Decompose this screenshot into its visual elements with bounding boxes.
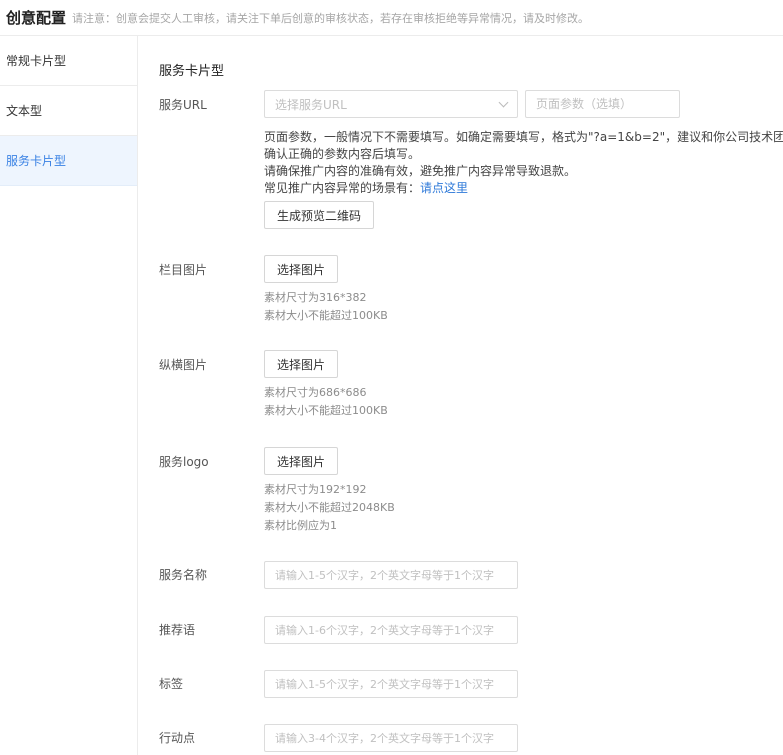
service-logo-label: 服务logo bbox=[159, 455, 209, 469]
column-image-select-button[interactable]: 选择图片 bbox=[264, 255, 339, 283]
vertical-image-hint-size: 素材尺寸为686*686 bbox=[264, 386, 367, 399]
recommend-input[interactable] bbox=[264, 616, 518, 644]
vertical-image-select-button[interactable]: 选择图片 bbox=[264, 350, 339, 378]
service-logo-hint-size: 素材尺寸为192*192 bbox=[264, 483, 367, 496]
creative-type-sidebar: 常规卡片型 文本型 服务卡片型 bbox=[0, 36, 138, 755]
help-line-3: 请确保推广内容的准确有效，避免推广内容异常导致退款。 bbox=[264, 164, 577, 178]
help-link[interactable]: 请点这里 bbox=[420, 181, 468, 195]
recommend-label: 推荐语 bbox=[159, 623, 196, 637]
sidebar-item-label: 服务卡片型 bbox=[6, 154, 67, 168]
sidebar-item-service-card[interactable]: 服务卡片型 bbox=[0, 136, 137, 186]
help-line-1: 页面参数，一般情况下不需要填写。如确定需要填写，格式为"?a=1&b=2"，建议… bbox=[264, 130, 783, 144]
service-logo-select-button[interactable]: 选择图片 bbox=[264, 447, 339, 475]
chevron-down-icon bbox=[498, 97, 509, 108]
column-image-hint-filesize: 素材大小不能超过100KB bbox=[264, 309, 388, 322]
review-notice: 请注意：创意会提交人工审核，请关注下单后创意的审核状态，若存在审核拒绝等异常情况… bbox=[72, 11, 590, 25]
service-url-select[interactable]: 选择服务URL bbox=[264, 90, 518, 118]
help-common-prefix: 常见推广内容异常的场景有： bbox=[264, 181, 421, 195]
sidebar-item-text[interactable]: 文本型 bbox=[0, 86, 137, 136]
service-logo-hint-filesize: 素材大小不能超过2048KB bbox=[264, 501, 395, 514]
tag-label: 标签 bbox=[159, 677, 184, 691]
action-label: 行动点 bbox=[159, 731, 196, 745]
page-header: 创意配置 请注意：创意会提交人工审核，请关注下单后创意的审核状态，若存在审核拒绝… bbox=[0, 0, 783, 36]
service-name-input[interactable] bbox=[264, 561, 518, 589]
vertical-image-label: 纵横图片 bbox=[159, 358, 208, 372]
config-form: 服务卡片型 服务URL 选择服务URL 页面参数，一般情况下不需要填写。如确定需… bbox=[138, 36, 783, 755]
section-title: 服务卡片型 bbox=[159, 64, 225, 79]
sidebar-item-label: 常规卡片型 bbox=[6, 54, 67, 68]
generate-qr-button[interactable]: 生成预览二维码 bbox=[264, 201, 375, 229]
service-name-label: 服务名称 bbox=[159, 568, 208, 582]
tag-input[interactable] bbox=[264, 670, 518, 698]
column-image-label: 栏目图片 bbox=[159, 263, 208, 277]
help-line-4: 常见推广内容异常的场景有：请点这里 bbox=[264, 180, 783, 197]
sidebar-item-regular-card[interactable]: 常规卡片型 bbox=[0, 36, 137, 86]
help-line-2: 确认正确的参数内容后填写。 bbox=[264, 147, 421, 161]
vertical-image-hint-filesize: 素材大小不能超过100KB bbox=[264, 404, 388, 417]
service-url-placeholder: 选择服务URL bbox=[275, 97, 347, 112]
service-url-label: 服务URL bbox=[159, 98, 207, 112]
column-image-hint-size: 素材尺寸为316*382 bbox=[264, 291, 367, 304]
page-param-input[interactable] bbox=[525, 90, 680, 118]
service-logo-hint-ratio: 素材比例应为1 bbox=[264, 519, 337, 532]
sidebar-item-label: 文本型 bbox=[6, 104, 43, 118]
page-title: 创意配置 bbox=[6, 9, 67, 27]
action-input[interactable] bbox=[264, 724, 518, 752]
